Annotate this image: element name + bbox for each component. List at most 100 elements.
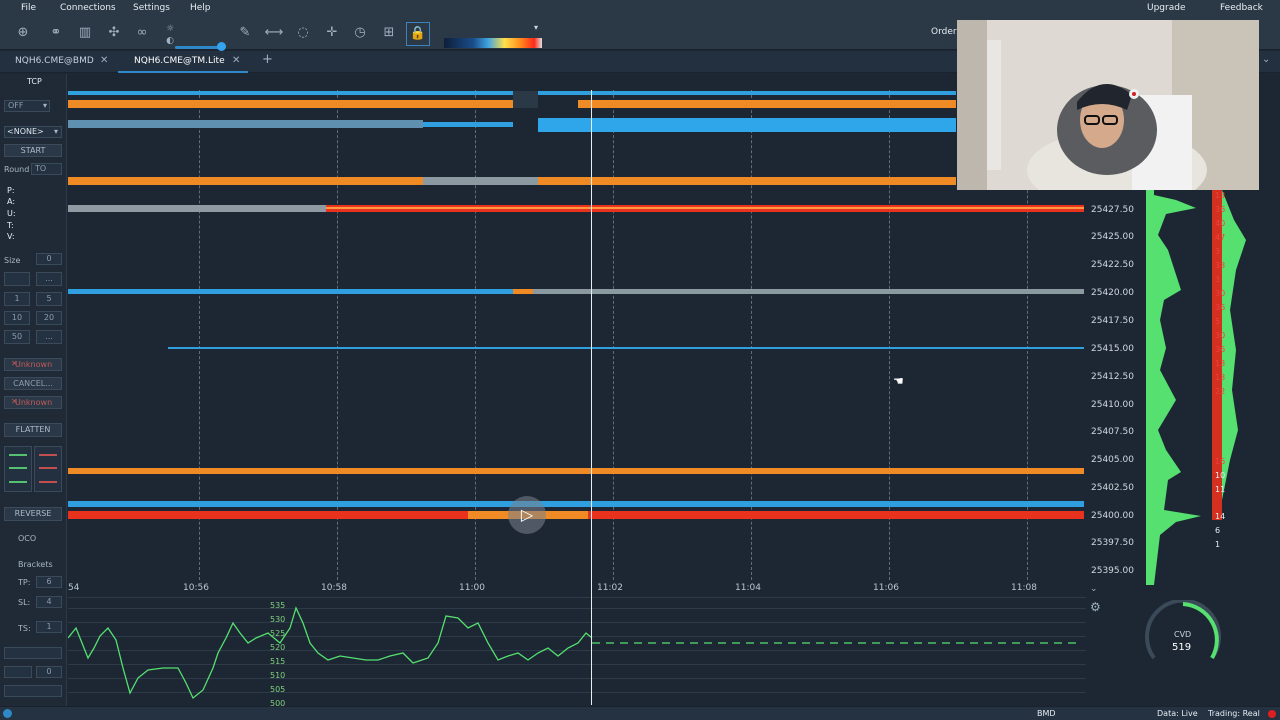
time-tick: 11:00 (459, 583, 485, 593)
qty-20-button[interactable]: 20 (36, 311, 62, 325)
price-axis: 25427.50 25425.00 25422.50 25420.00 2541… (1086, 190, 1146, 585)
price-tick: 25427.50 (1091, 205, 1134, 215)
order-label[interactable]: Order (931, 27, 957, 37)
price-tick: 25415.00 (1091, 344, 1134, 354)
cvd-value: 519 (1172, 642, 1192, 653)
gear-icon[interactable]: ⚙ (1090, 600, 1101, 614)
account-select-2[interactable] (4, 685, 62, 697)
chevron-down-icon[interactable]: ⌄ (1090, 584, 1098, 594)
profile-number: 36 (1215, 205, 1226, 214)
buy-buttons-group[interactable] (4, 446, 32, 492)
lock-icon[interactable]: 🔒 (406, 22, 430, 46)
time-axis: 54 10:56 10:58 11:00 11:02 11:04 11:06 1… (68, 582, 1086, 596)
profile-number: 11 (1215, 485, 1226, 494)
fit-icon[interactable]: ⊞ (379, 23, 399, 43)
brightness-slider-knob[interactable] (217, 42, 226, 51)
menu-connections[interactable]: Connections (60, 3, 116, 13)
menu-settings[interactable]: Settings (133, 3, 170, 13)
info-icon[interactable] (3, 709, 12, 718)
cvd-label: CVD (1174, 630, 1192, 639)
time-cursor-line (591, 90, 592, 705)
brightness-slider[interactable] (175, 46, 222, 49)
strategy-select[interactable] (4, 647, 62, 659)
round-select[interactable]: TO (31, 163, 62, 175)
crosshair-icon[interactable]: ✛ (322, 23, 342, 43)
qty-50-button[interactable]: 50 (4, 330, 30, 344)
timer-icon[interactable]: ◷ (350, 23, 370, 43)
close-icon[interactable]: ✕ (232, 55, 240, 66)
price-tick: 25400.00 (1091, 511, 1134, 521)
qty-more-button-2[interactable]: ... (36, 330, 62, 344)
t-label: T: (7, 221, 14, 230)
chevron-down-icon[interactable]: ⌄ (1262, 54, 1270, 65)
sl-label: SL: (18, 598, 31, 607)
tp-input[interactable]: 6 (36, 576, 62, 588)
heatmap-color-scale[interactable] (444, 38, 542, 48)
liquidity-band (68, 501, 1084, 507)
ts-input[interactable]: 1 (36, 621, 62, 633)
add-chart-icon[interactable]: ⊕ (13, 23, 33, 43)
price-tick: 25397.50 (1091, 538, 1134, 548)
measure-icon[interactable]: ⟷ (264, 23, 284, 43)
qty-1-button[interactable]: 1 (4, 292, 30, 306)
tab-nqh6-bmd[interactable]: NQH6.CME@BMD (15, 56, 94, 66)
chart-type-icon[interactable]: ▥ (75, 23, 95, 43)
order-type-select[interactable] (4, 666, 32, 678)
chevron-down-icon[interactable]: ▾ (526, 18, 546, 38)
sell-buttons-group[interactable] (34, 446, 62, 492)
liquidity-band (68, 120, 423, 128)
price-tick: 25402.50 (1091, 483, 1134, 493)
offset-input[interactable]: 0 (36, 666, 62, 678)
add-tab-icon[interactable]: + (262, 52, 273, 67)
menu-file[interactable]: File (21, 3, 36, 13)
flatten-button[interactable]: FLATTEN (4, 423, 62, 437)
profile-histogram (1154, 190, 1246, 585)
app-window: File Connections Settings Help Upgrade F… (0, 0, 1280, 720)
profile-number: 6 (1215, 526, 1221, 535)
price-tick: 25422.50 (1091, 260, 1134, 270)
qty-more-button[interactable]: ... (36, 272, 62, 286)
upgrade-link[interactable]: Upgrade (1147, 3, 1185, 13)
profile-number: 22 (1215, 387, 1226, 396)
round-label: Round (4, 165, 30, 174)
size-label: Size (4, 256, 21, 265)
menu-help[interactable]: Help (190, 3, 211, 13)
brackets-label[interactable]: Brackets (18, 560, 53, 569)
trading-status: Trading: Real (1208, 709, 1260, 718)
feedback-link[interactable]: Feedback (1220, 3, 1263, 13)
replay-play-button[interactable]: ▷ (508, 496, 546, 534)
status-dot (1268, 710, 1276, 718)
trading-panel: TCP OFF ▾ <NONE> ▾ START Round TO P: A: … (0, 74, 67, 710)
price-tick: 25410.00 (1091, 400, 1134, 410)
qty-10-button[interactable]: 10 (4, 311, 30, 325)
qty-blank-button[interactable] (4, 272, 30, 286)
reverse-button[interactable]: REVERSE (4, 507, 62, 521)
start-button[interactable]: START (4, 144, 62, 157)
pencil-icon[interactable]: ✎ (235, 23, 255, 43)
chevron-down-icon: ▾ (43, 101, 48, 110)
link-icon[interactable]: ∞ (132, 23, 152, 43)
indicator-line (68, 606, 1078, 700)
indicators-icon[interactable]: ✣ (104, 23, 124, 43)
liquidity-band (578, 100, 956, 108)
comment-icon[interactable]: ◌ (293, 23, 313, 43)
hand-pointer-icon: ☚ (893, 374, 904, 388)
price-tick: 25405.00 (1091, 455, 1134, 465)
oco-label[interactable]: OCO (18, 534, 36, 543)
close-icon[interactable]: ✕ (100, 55, 108, 66)
qty-5-button[interactable]: 5 (36, 292, 62, 306)
profile-number: 10 (1215, 471, 1226, 480)
price-tick: 25420.00 (1091, 288, 1134, 298)
sl-input[interactable]: 4 (36, 596, 62, 608)
share-icon[interactable]: ⚭ (46, 23, 66, 43)
heatmap-chart[interactable] (68, 90, 1086, 585)
profile-number: 36 (1215, 303, 1226, 312)
liquidity-band (68, 100, 513, 108)
price-tick: 25417.50 (1091, 316, 1134, 326)
tab-nqh6-tmlite[interactable]: NQH6.CME@TM.Lite (134, 56, 225, 66)
liquidity-band (513, 289, 1084, 294)
size-input[interactable]: 0 (36, 253, 62, 265)
indicator-pane[interactable]: 535 530 525 520 515 510 505 500 (68, 597, 1086, 708)
cancel-button[interactable]: CANCEL... (4, 377, 62, 390)
close-icon: ✕ (11, 397, 18, 406)
